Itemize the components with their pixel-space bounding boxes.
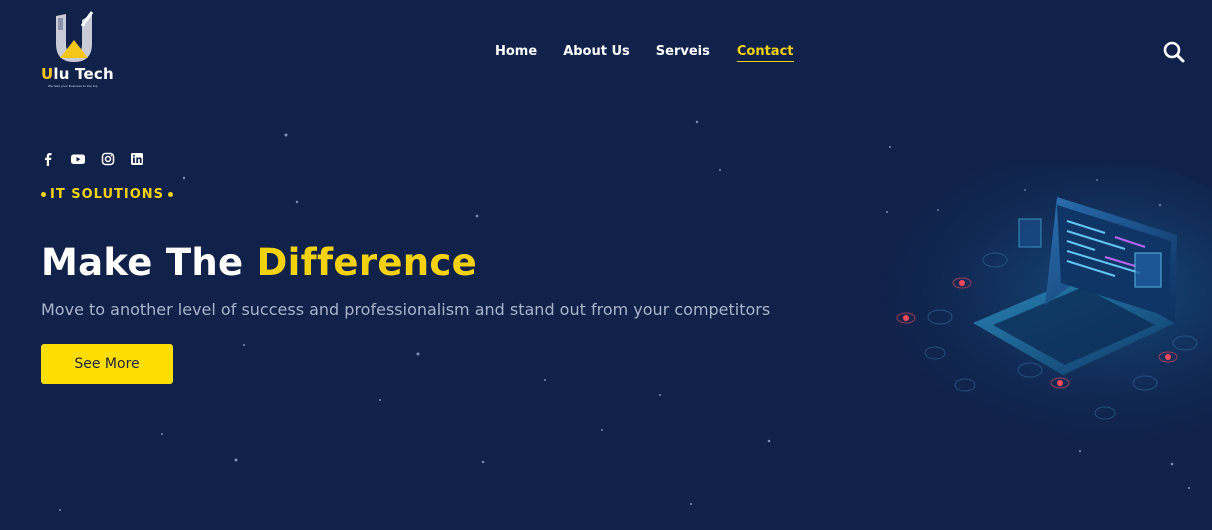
see-more-button[interactable]: See More [41,344,173,384]
brand-name: Ulu Tech [41,65,114,83]
brand-name-initial: U [41,65,54,83]
eyebrow-dot-left [41,192,46,197]
nav-serveis[interactable]: Serveis [656,44,710,62]
headline-plain: Make The [41,241,257,284]
search-icon[interactable] [1162,40,1186,64]
social-links [41,151,144,166]
hero-subtitle: Move to another level of success and pro… [41,300,771,319]
instagram-icon[interactable] [101,151,115,166]
youtube-icon[interactable] [70,151,86,165]
brand-tagline: We take your Business to the top [48,84,98,88]
headline-highlight: Difference [256,241,478,284]
logo-mark-icon [56,11,94,62]
nav-contact[interactable]: Contact [736,44,794,62]
logo[interactable]: Ulu Tech We take your Business to the to… [38,10,118,92]
brand-name-rest: lu Tech [53,65,114,83]
nav-home[interactable]: Home [495,44,537,62]
hero-headline: Make The Difference [41,241,477,284]
main-nav: Home About Us Serveis Contact [495,44,794,62]
eyebrow-dot-right [168,192,174,197]
laptop-illustration [835,165,1212,455]
facebook-icon[interactable] [41,151,55,166]
eyebrow-text: IT SOLUTIONS [50,187,165,202]
hero-eyebrow: IT SOLUTIONS [41,187,174,202]
nav-about-us[interactable]: About Us [563,44,630,62]
linkedin-icon[interactable] [130,151,144,165]
